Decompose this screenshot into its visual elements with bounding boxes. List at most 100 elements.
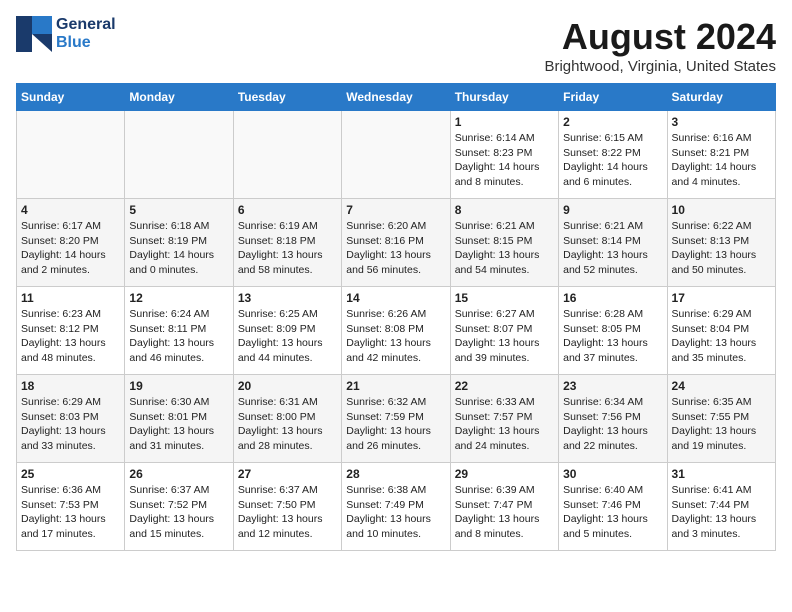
day-number: 20 [238, 379, 337, 393]
day-number: 6 [238, 203, 337, 217]
table-row: 7Sunrise: 6:20 AM Sunset: 8:16 PM Daylig… [342, 199, 450, 287]
day-content: Sunrise: 6:29 AM Sunset: 8:04 PM Dayligh… [672, 307, 771, 366]
day-number: 15 [455, 291, 554, 305]
day-number: 12 [129, 291, 228, 305]
day-content: Sunrise: 6:35 AM Sunset: 7:55 PM Dayligh… [672, 395, 771, 454]
calendar-week-row: 18 Sunrise: 6:29 AM Sunset: 8:03 PM Dayli… [17, 375, 776, 463]
table-row: 28Sunrise: 6:38 AM Sunset: 7:49 PM Dayli… [342, 463, 450, 551]
day-number: 14 [346, 291, 445, 305]
header-wednesday: Wednesday [342, 84, 450, 111]
day-content: Sunrise: 6:30 AM Sunset: 8:01 PM Dayligh… [129, 395, 228, 454]
table-row: 27Sunrise: 6:37 AM Sunset: 7:50 PM Dayli… [233, 463, 341, 551]
day-number: 5 [129, 203, 228, 217]
day-content: Sunrise: 6:29 AM Sunset: 8:03 PM Dayligh… [21, 395, 120, 454]
day-number: 13 [238, 291, 337, 305]
table-row: 18 Sunrise: 6:29 AM Sunset: 8:03 PM Dayli… [17, 375, 125, 463]
header-saturday: Saturday [667, 84, 775, 111]
day-content: Sunrise: 6:31 AM Sunset: 8:00 PM Dayligh… [238, 395, 337, 454]
day-content: Sunrise: 6:32 AM Sunset: 7:59 PM Dayligh… [346, 395, 445, 454]
day-content: Sunrise: 6:23 AM Sunset: 8:12 PM Dayligh… [21, 307, 120, 366]
calendar-header-row: Sunday Monday Tuesday Wednesday Thursday… [17, 84, 776, 111]
day-number: 4 [21, 203, 120, 217]
day-number: 25 [21, 467, 120, 481]
day-number: 23 [563, 379, 662, 393]
header-friday: Friday [559, 84, 667, 111]
day-content: Sunrise: 6:21 AM Sunset: 8:15 PM Dayligh… [455, 219, 554, 278]
table-row: 1 Sunrise: 6:14 AM Sunset: 8:23 PM Daylig… [450, 111, 558, 199]
table-row: 13 Sunrise: 6:25 AM Sunset: 8:09 PM Dayli… [233, 287, 341, 375]
day-number: 7 [346, 203, 445, 217]
day-number: 17 [672, 291, 771, 305]
table-row: 12 Sunrise: 6:24 AM Sunset: 8:11 PM Dayli… [125, 287, 233, 375]
table-row [17, 111, 125, 199]
day-number: 30 [563, 467, 662, 481]
day-number: 1 [455, 115, 554, 129]
table-row: 11 Sunrise: 6:23 AM Sunset: 8:12 PM Dayli… [17, 287, 125, 375]
table-row: 19 Sunrise: 6:30 AM Sunset: 8:01 PM Dayli… [125, 375, 233, 463]
day-number: 10 [672, 203, 771, 217]
header-sunday: Sunday [17, 84, 125, 111]
table-row: 4 Sunrise: 6:17 AM Sunset: 8:20 PM Daylig… [17, 199, 125, 287]
table-row: 9Sunrise: 6:21 AM Sunset: 8:14 PM Daylig… [559, 199, 667, 287]
day-number: 3 [672, 115, 771, 129]
table-row: 26 Sunrise: 6:37 AM Sunset: 7:52 PM Dayli… [125, 463, 233, 551]
logo-text-general: General [56, 16, 116, 34]
page-subtitle: Brightwood, Virginia, United States [544, 58, 776, 75]
calendar-week-row: 11 Sunrise: 6:23 AM Sunset: 8:12 PM Dayli… [17, 287, 776, 375]
table-row: 20 Sunrise: 6:31 AM Sunset: 8:00 PM Dayli… [233, 375, 341, 463]
day-content: Sunrise: 6:28 AM Sunset: 8:05 PM Dayligh… [563, 307, 662, 366]
day-content: Sunrise: 6:24 AM Sunset: 8:11 PM Dayligh… [129, 307, 228, 366]
day-number: 22 [455, 379, 554, 393]
table-row: 31 Sunrise: 6:41 AM Sunset: 7:44 PM Dayli… [667, 463, 775, 551]
day-content: Sunrise: 6:15 AM Sunset: 8:22 PM Dayligh… [563, 131, 662, 190]
day-number: 19 [129, 379, 228, 393]
day-content: Sunrise: 6:18 AM Sunset: 8:19 PM Dayligh… [129, 219, 228, 278]
header: General Blue August 2024 Brightwood, Vir… [16, 16, 776, 75]
table-row: 2Sunrise: 6:15 AM Sunset: 8:22 PM Daylig… [559, 111, 667, 199]
day-content: Sunrise: 6:36 AM Sunset: 7:53 PM Dayligh… [21, 483, 120, 542]
header-monday: Monday [125, 84, 233, 111]
calendar-table: Sunday Monday Tuesday Wednesday Thursday… [16, 83, 776, 551]
table-row: 14 Sunrise: 6:26 AM Sunset: 8:08 PM Dayli… [342, 287, 450, 375]
table-row: 25 Sunrise: 6:36 AM Sunset: 7:53 PM Dayli… [17, 463, 125, 551]
day-content: Sunrise: 6:39 AM Sunset: 7:47 PM Dayligh… [455, 483, 554, 542]
day-number: 24 [672, 379, 771, 393]
table-row: 17 Sunrise: 6:29 AM Sunset: 8:04 PM Dayli… [667, 287, 775, 375]
day-number: 18 [21, 379, 120, 393]
day-content: Sunrise: 6:38 AM Sunset: 7:49 PM Dayligh… [346, 483, 445, 542]
table-row: 24 Sunrise: 6:35 AM Sunset: 7:55 PM Dayli… [667, 375, 775, 463]
table-row [233, 111, 341, 199]
day-content: Sunrise: 6:21 AM Sunset: 8:14 PM Dayligh… [563, 219, 662, 278]
day-content: Sunrise: 6:16 AM Sunset: 8:21 PM Dayligh… [672, 131, 771, 190]
header-thursday: Thursday [450, 84, 558, 111]
day-content: Sunrise: 6:25 AM Sunset: 8:09 PM Dayligh… [238, 307, 337, 366]
table-row: 8 Sunrise: 6:21 AM Sunset: 8:15 PM Daylig… [450, 199, 558, 287]
day-number: 8 [455, 203, 554, 217]
day-content: Sunrise: 6:34 AM Sunset: 7:56 PM Dayligh… [563, 395, 662, 454]
day-content: Sunrise: 6:41 AM Sunset: 7:44 PM Dayligh… [672, 483, 771, 542]
table-row: 30Sunrise: 6:40 AM Sunset: 7:46 PM Dayli… [559, 463, 667, 551]
table-row: 29 Sunrise: 6:39 AM Sunset: 7:47 PM Dayli… [450, 463, 558, 551]
calendar-week-row: 4 Sunrise: 6:17 AM Sunset: 8:20 PM Daylig… [17, 199, 776, 287]
calendar-week-row: 25 Sunrise: 6:36 AM Sunset: 7:53 PM Dayli… [17, 463, 776, 551]
day-number: 31 [672, 467, 771, 481]
page-title: August 2024 [544, 16, 776, 58]
day-content: Sunrise: 6:17 AM Sunset: 8:20 PM Dayligh… [21, 219, 120, 278]
table-row: 3 Sunrise: 6:16 AM Sunset: 8:21 PM Daylig… [667, 111, 775, 199]
title-block: August 2024 Brightwood, Virginia, United… [544, 16, 776, 75]
day-content: Sunrise: 6:26 AM Sunset: 8:08 PM Dayligh… [346, 307, 445, 366]
day-number: 29 [455, 467, 554, 481]
header-tuesday: Tuesday [233, 84, 341, 111]
day-content: Sunrise: 6:33 AM Sunset: 7:57 PM Dayligh… [455, 395, 554, 454]
table-row: 23 Sunrise: 6:34 AM Sunset: 7:56 PM Dayli… [559, 375, 667, 463]
day-number: 11 [21, 291, 120, 305]
day-content: Sunrise: 6:19 AM Sunset: 8:18 PM Dayligh… [238, 219, 337, 278]
day-content: Sunrise: 6:37 AM Sunset: 7:52 PM Dayligh… [129, 483, 228, 542]
table-row: 22 Sunrise: 6:33 AM Sunset: 7:57 PM Dayli… [450, 375, 558, 463]
table-row: 10Sunrise: 6:22 AM Sunset: 8:13 PM Dayli… [667, 199, 775, 287]
day-number: 27 [238, 467, 337, 481]
day-content: Sunrise: 6:27 AM Sunset: 8:07 PM Dayligh… [455, 307, 554, 366]
day-content: Sunrise: 6:14 AM Sunset: 8:23 PM Dayligh… [455, 131, 554, 190]
day-number: 26 [129, 467, 228, 481]
table-row: 21Sunrise: 6:32 AM Sunset: 7:59 PM Dayli… [342, 375, 450, 463]
